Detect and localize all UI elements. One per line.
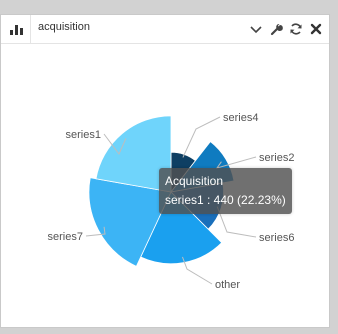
label-other: other [215, 279, 240, 291]
panel-toolbar [249, 20, 323, 38]
panel-title: acquisition [38, 21, 90, 33]
tooltip-text: series1 : 440 (22.23%) [165, 193, 286, 207]
label-series2: series2 [259, 152, 294, 164]
header-divider [30, 15, 31, 43]
chevron-down-icon[interactable] [249, 22, 263, 36]
wrench-icon[interactable] [269, 22, 283, 36]
refresh-icon[interactable] [289, 22, 303, 36]
chart-tooltip: Acquisition series1 : 440 (22.23%) [159, 168, 292, 214]
tooltip-title: Acquisition [165, 174, 224, 188]
label-series1: series1 [66, 129, 101, 141]
label-series4: series4 [223, 112, 258, 124]
bar-chart-icon [10, 25, 23, 35]
panel-header: acquisition [1, 15, 329, 44]
label-series6: series6 [259, 232, 294, 244]
close-icon[interactable] [309, 22, 323, 36]
label-series7: series7 [48, 231, 83, 243]
